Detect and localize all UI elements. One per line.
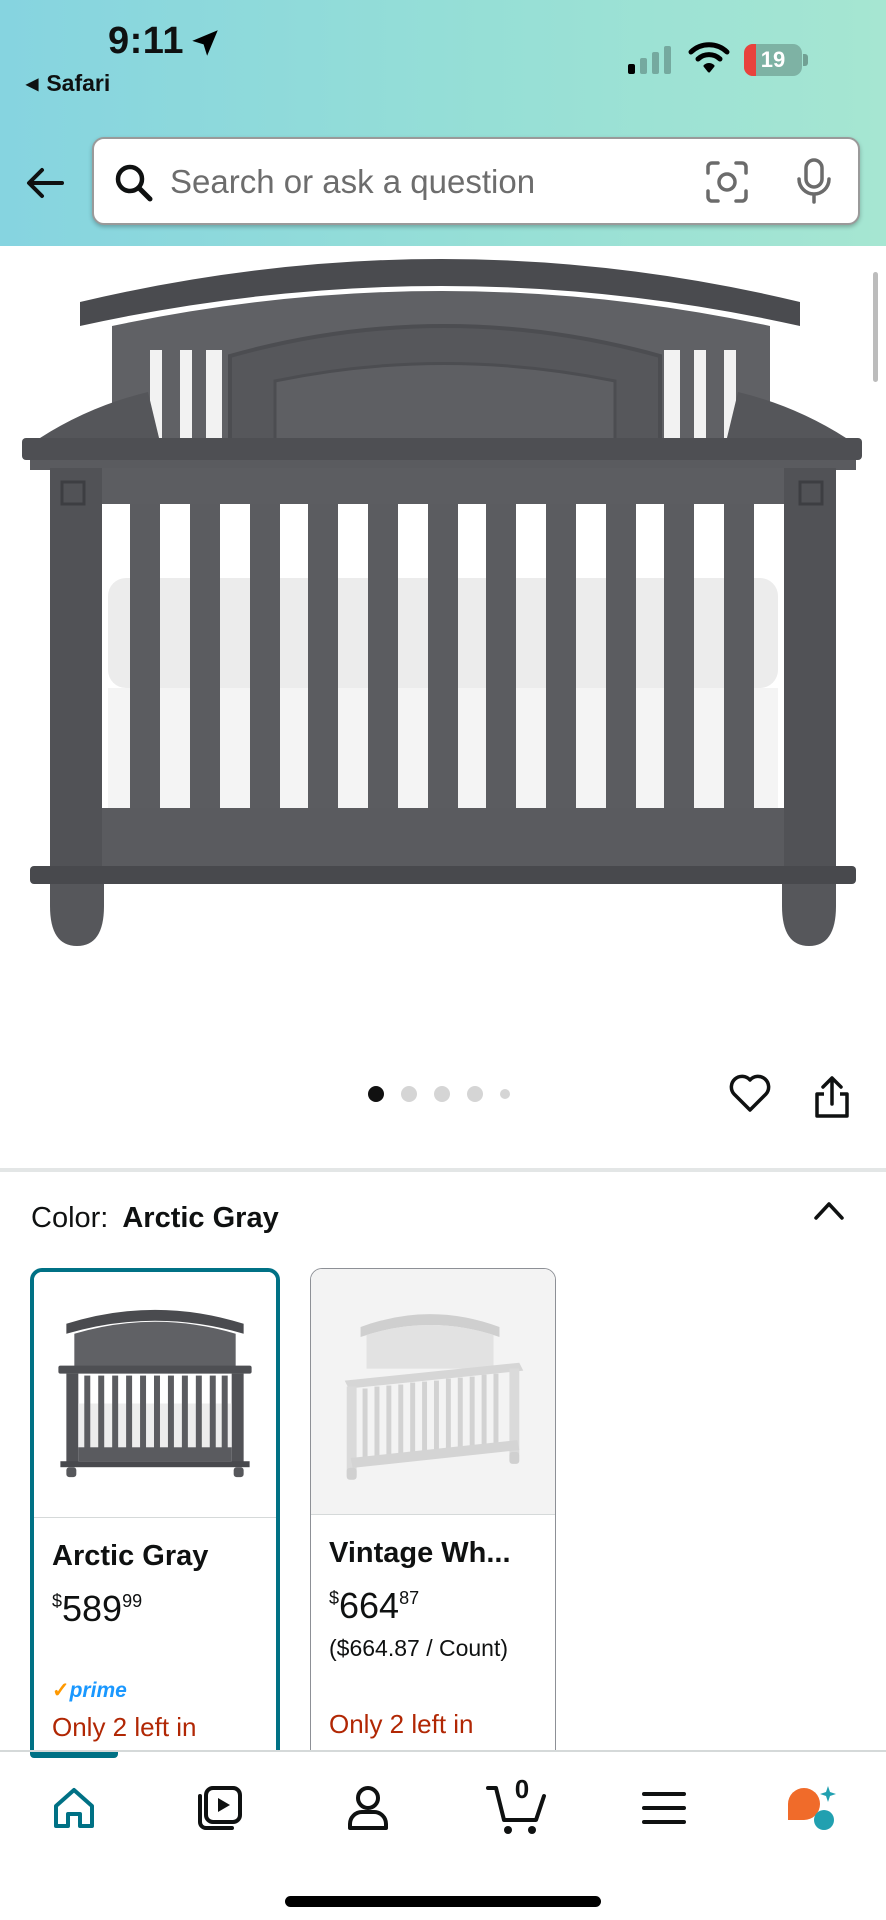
price-whole: 664	[339, 1585, 400, 1626]
color-value: Arctic Gray	[122, 1202, 279, 1234]
price-fraction: 99	[122, 1591, 143, 1611]
pagination-dot[interactable]	[500, 1089, 510, 1099]
swatch-price: $58999	[52, 1588, 142, 1630]
price-currency: $	[329, 1588, 340, 1608]
color-label: Color: Arctic Gray	[31, 1202, 279, 1235]
swatch-name: Arctic Gray	[52, 1540, 209, 1572]
stock-status: Only 2 left in	[52, 1712, 197, 1742]
cart-button[interactable]: 0	[486, 1774, 548, 1838]
price-whole: 589	[62, 1588, 123, 1629]
pagination-dot[interactable]	[467, 1086, 483, 1102]
cellular-signal-icon	[628, 44, 671, 74]
wifi-icon	[688, 42, 730, 73]
back-arrow-icon[interactable]	[22, 160, 68, 206]
pagination-dot[interactable]	[401, 1086, 417, 1102]
battery-indicator: 19	[744, 44, 808, 76]
prime-label: prime	[69, 1679, 127, 1702]
scrollbar[interactable]	[873, 272, 878, 382]
video-icon[interactable]	[192, 1780, 248, 1836]
prime-check-icon: ✓	[52, 1679, 70, 1702]
price-currency: $	[52, 1591, 63, 1611]
home-indicator[interactable]	[285, 1896, 601, 1907]
stock-status: Only 2 left in	[329, 1709, 474, 1739]
location-arrow-icon	[192, 30, 218, 56]
back-app-label: Safari	[46, 70, 111, 96]
search-input[interactable]: Search or ask a question	[170, 163, 535, 201]
prime-badge: ✓prime	[52, 1678, 127, 1703]
product-page: 9:11 ◀ Safari 19 Search or ask a questio…	[0, 0, 886, 1920]
section-divider	[0, 1168, 886, 1172]
battery-level: 19	[760, 47, 786, 72]
microphone-icon[interactable]	[794, 157, 834, 205]
rufus-icon[interactable]	[782, 1780, 838, 1836]
color-swatch-arctic-gray[interactable]: Arctic Gray $58999 ✓prime Only 2 left in	[30, 1268, 280, 1768]
pagination-dot-active[interactable]	[368, 1086, 384, 1102]
pagination-dot[interactable]	[434, 1086, 450, 1102]
nav-active-indicator	[30, 1752, 118, 1758]
color-key: Color:	[31, 1202, 109, 1234]
image-pagination-dots[interactable]	[368, 1086, 510, 1102]
status-time: 9:11	[108, 20, 184, 62]
swatch-thumbnail	[311, 1269, 555, 1515]
search-icon	[115, 164, 153, 202]
back-to-app-link[interactable]: ◀ Safari	[26, 70, 110, 97]
camera-lens-icon[interactable]	[704, 159, 750, 205]
color-swatch-vintage-white[interactable]: Vintage Wh... $66487 ($664.87 / Count) O…	[310, 1268, 556, 1768]
product-image[interactable]	[0, 246, 886, 966]
cart-count: 0	[514, 1774, 530, 1804]
share-icon[interactable]	[812, 1074, 852, 1120]
swatch-price: $66487	[329, 1585, 419, 1627]
account-icon[interactable]	[340, 1780, 396, 1836]
menu-icon[interactable]	[636, 1780, 692, 1836]
swatch-name: Vintage Wh...	[329, 1537, 511, 1569]
heart-icon[interactable]	[728, 1072, 772, 1114]
chevron-up-icon[interactable]	[812, 1196, 846, 1224]
price-fraction: 87	[399, 1588, 420, 1608]
header: 9:11 ◀ Safari 19 Search or ask a questio…	[0, 0, 886, 246]
bottom-nav: 0	[0, 1750, 886, 1920]
unit-price: ($664.87 / Count)	[329, 1635, 509, 1661]
home-icon[interactable]	[46, 1780, 102, 1836]
search-bar[interactable]: Search or ask a question	[92, 137, 860, 225]
swatch-thumbnail	[34, 1272, 276, 1518]
back-triangle-icon: ◀	[26, 75, 39, 93]
